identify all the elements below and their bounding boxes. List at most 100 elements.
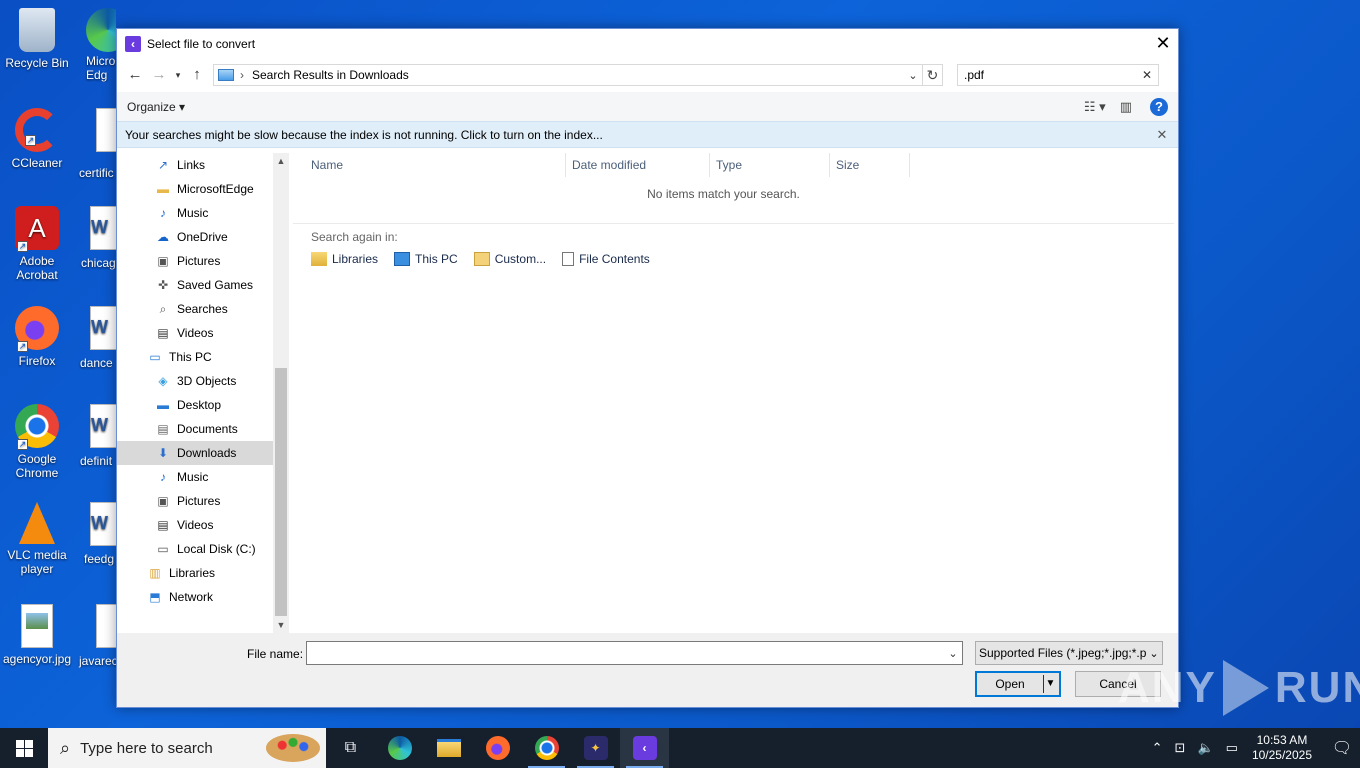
taskbar-firefox[interactable] — [473, 728, 522, 768]
image-file-icon — [96, 604, 116, 648]
file-name-input[interactable] — [311, 643, 944, 663]
show-hidden-icons-chevron-icon[interactable]: ⌃ — [1152, 740, 1163, 756]
volume-icon[interactable]: 🔈 — [1197, 740, 1213, 756]
nav-item[interactable]: ▤ Videos — [117, 321, 273, 345]
desktop-icon-ccleaner[interactable]: ↗ CCleaner — [0, 108, 74, 170]
notifications-icon[interactable]: 🗨 — [1324, 738, 1360, 758]
back-arrow-icon[interactable]: ← — [123, 63, 147, 87]
nav-item[interactable]: ♪ Music — [117, 201, 273, 225]
open-options-dropdown-icon[interactable]: ▼ — [1043, 675, 1057, 693]
local-disk-icon: ▭ — [157, 542, 169, 556]
desktop-icon-firefox[interactable]: ↗ Firefox — [0, 306, 74, 368]
up-arrow-icon[interactable]: ↑ — [185, 63, 209, 87]
nav-item[interactable]: ▤ Videos — [117, 513, 273, 537]
desktop-icon-agencyor[interactable]: agencyor.jpg — [0, 604, 74, 666]
downloads-icon: ⬇ — [157, 446, 169, 460]
nav-item[interactable]: ▭ This PC — [117, 345, 273, 369]
column-header-size[interactable]: Size — [830, 153, 910, 177]
nav-item-label: Documents — [177, 422, 238, 436]
this-pc-icon: ▭ — [149, 350, 161, 364]
nav-item[interactable]: ▬ MicrosoftEdge — [117, 177, 273, 201]
desktop-icon-vlc[interactable]: VLC media player — [0, 502, 74, 576]
device-icon[interactable]: ⊡ — [1175, 740, 1186, 756]
nav-item[interactable]: ▣ Pictures — [117, 249, 273, 273]
desktop-icon-recycle-bin[interactable]: Recycle Bin — [0, 8, 74, 70]
search-input[interactable] — [964, 68, 1142, 82]
column-header-name[interactable]: Name — [305, 153, 566, 177]
desktop-icon-javarec[interactable]: javarec — [72, 604, 116, 668]
desktop-icon-certific[interactable]: certific — [72, 108, 116, 180]
close-button[interactable]: ✕ — [1148, 29, 1178, 59]
clear-search-icon[interactable]: ✕ — [1142, 68, 1152, 82]
preview-pane-icon[interactable]: ▥ — [1120, 99, 1132, 115]
refresh-icon[interactable]: ↻ — [922, 65, 942, 85]
nav-item[interactable]: ↗ Links — [117, 153, 273, 177]
nav-item[interactable]: ⬒ Network — [117, 585, 273, 609]
infobar-message: Your searches might be slow because the … — [125, 127, 603, 142]
sparkle-app-icon: ✦ — [583, 736, 608, 760]
taskbar-file-explorer[interactable] — [424, 728, 473, 768]
taskbar-app-sparkle[interactable]: ✦ — [571, 728, 620, 768]
recent-locations-chevron-icon[interactable]: ▾ — [171, 63, 185, 87]
nav-item-label: Videos — [177, 518, 214, 532]
dismiss-infobar-icon[interactable]: ✕ — [1154, 127, 1170, 143]
taskbar-chrome[interactable] — [522, 728, 571, 768]
navigation-pane-scrollbar[interactable]: ▲ ▼ — [273, 153, 289, 633]
search-again-libraries[interactable]: Libraries — [311, 252, 378, 266]
desktop-icon-edge[interactable]: Micro Edg — [72, 8, 116, 82]
search-again-file-contents[interactable]: File Contents — [562, 252, 650, 266]
nav-item[interactable]: ▤ Documents — [117, 417, 273, 441]
scrollbar-thumb[interactable] — [275, 368, 287, 616]
scroll-up-arrow-icon[interactable]: ▲ — [273, 153, 289, 169]
folder-icon: ▬ — [157, 182, 169, 196]
nav-item[interactable]: ▥ Libraries — [117, 561, 273, 585]
desktop-icon-chicag[interactable]: W chicag — [72, 206, 116, 270]
firefox-icon: ↗ — [15, 306, 59, 352]
desktop-icon-label: CCleaner — [11, 156, 63, 170]
documents-icon: ▤ — [157, 422, 169, 436]
file-name-dropdown-icon[interactable]: ⌄ — [944, 647, 962, 660]
search-again-custom[interactable]: Custom... — [473, 252, 546, 266]
nav-item[interactable]: ▭ Local Disk (C:) — [117, 537, 273, 561]
search-again-this-pc[interactable]: This PC — [394, 252, 458, 266]
organize-menu-button[interactable]: Organize ▾ — [127, 100, 185, 114]
vlc-icon — [19, 502, 55, 544]
taskbar-converter-app[interactable]: ‹ — [620, 728, 669, 768]
taskbar-search-box[interactable]: ⌕ Type here to search — [48, 728, 326, 768]
network-icon[interactable]: ▭ — [1226, 740, 1238, 756]
open-button[interactable]: Open ▼ — [975, 671, 1061, 697]
clock[interactable]: 10:53 AM 10/25/2025 — [1252, 733, 1312, 763]
search-field[interactable]: ✕ — [957, 64, 1159, 86]
custom-folder-icon — [473, 252, 490, 266]
nav-item[interactable]: ⌕ Searches — [117, 297, 273, 321]
task-view-button[interactable]: ⧉ — [326, 728, 375, 768]
music-icon: ♪ — [160, 206, 166, 220]
scroll-down-arrow-icon[interactable]: ▼ — [273, 617, 289, 633]
help-icon[interactable]: ? — [1150, 97, 1168, 116]
start-button[interactable] — [0, 728, 48, 768]
nav-item-label: Saved Games — [177, 278, 254, 292]
desktop-icon-definit[interactable]: W definit — [72, 404, 116, 468]
nav-item-label: OneDrive — [177, 230, 228, 244]
address-dropdown-icon[interactable]: ⌄ — [904, 69, 922, 82]
desktop-icon-google-chrome[interactable]: ↗ Google Chrome — [0, 404, 74, 480]
index-warning-infobar[interactable]: Your searches might be slow because the … — [117, 121, 1178, 148]
desktop-icon-feedg[interactable]: W feedg — [72, 502, 116, 566]
address-bar[interactable]: › Search Results in Downloads ⌄ ↻ — [213, 64, 943, 86]
desktop-icon-dance[interactable]: W dance — [72, 306, 116, 370]
file-name-combobox[interactable]: ⌄ — [306, 641, 963, 665]
column-header-type[interactable]: Type — [710, 153, 830, 177]
nav-item[interactable]: ⬇ Downloads — [117, 441, 273, 465]
nav-item[interactable]: ✜ Saved Games — [117, 273, 273, 297]
desktop-icon-adobe-acrobat[interactable]: A ↗ Adobe Acrobat — [0, 206, 74, 282]
nav-item[interactable]: ▣ Pictures — [117, 489, 273, 513]
taskbar-edge[interactable] — [375, 728, 424, 768]
dialog-titlebar[interactable]: ‹ Select file to convert ✕ — [117, 29, 1178, 59]
nav-item[interactable]: ◈ 3D Objects — [117, 369, 273, 393]
nav-item[interactable]: ☁ OneDrive — [117, 225, 273, 249]
forward-arrow-icon[interactable]: → — [147, 63, 171, 87]
nav-item[interactable]: ▬ Desktop — [117, 393, 273, 417]
view-options-icon[interactable]: ☷ ▾ — [1084, 99, 1106, 115]
column-header-date-modified[interactable]: Date modified — [566, 153, 710, 177]
nav-item[interactable]: ♪ Music — [117, 465, 273, 489]
